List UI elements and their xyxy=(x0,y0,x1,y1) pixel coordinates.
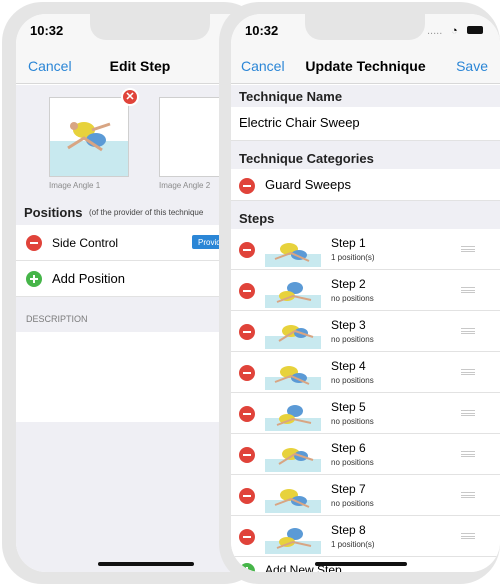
reorder-handle-icon[interactable] xyxy=(461,287,475,293)
image-angle-1-label: Image Angle 1 xyxy=(49,181,101,190)
step-thumbnail xyxy=(265,524,321,554)
status-bar: 10:32 ..... ◔ xyxy=(231,14,500,50)
position-label: Side Control xyxy=(52,236,119,250)
step-title: Step 1 xyxy=(331,236,366,250)
wifi-icon: ◔ xyxy=(451,25,458,37)
positions-title: Positions xyxy=(24,205,83,220)
step-subtitle: no positions xyxy=(331,417,374,426)
status-time: 10:32 xyxy=(30,23,64,38)
home-indicator xyxy=(98,562,194,566)
step-row[interactable]: Step 8 1 position(s) xyxy=(231,516,500,557)
step-row[interactable]: Step 7 no positions xyxy=(231,475,500,516)
step-row[interactable]: Step 4 no positions xyxy=(231,352,500,393)
step-row[interactable]: Step 3 no positions xyxy=(231,311,500,352)
step-subtitle: 1 position(s) xyxy=(331,540,375,549)
positions-note: (of the provider of this technique xyxy=(89,208,204,217)
home-indicator xyxy=(315,562,407,566)
step-thumbnail xyxy=(265,278,321,308)
grappling-figure-icon xyxy=(67,122,111,152)
delete-position-icon[interactable] xyxy=(26,235,42,251)
step-thumbnail xyxy=(265,442,321,472)
reorder-handle-icon[interactable] xyxy=(461,410,475,416)
delete-step-icon[interactable] xyxy=(239,324,255,340)
delete-step-icon[interactable] xyxy=(239,488,255,504)
step-title: Step 2 xyxy=(331,277,366,291)
step-subtitle: no positions xyxy=(331,499,374,508)
step-thumbnail xyxy=(265,360,321,390)
step-subtitle: no positions xyxy=(331,294,374,303)
reorder-handle-icon[interactable] xyxy=(461,369,475,375)
technique-name-value: Electric Chair Sweep xyxy=(239,115,360,130)
description-title: DESCRIPTION xyxy=(26,314,88,324)
grappling-figure-icon xyxy=(274,243,310,262)
step-subtitle: no positions xyxy=(331,376,374,385)
step-thumbnail xyxy=(265,401,321,431)
right-device: 10:32 ..... ◔ Cancel Update Technique Sa… xyxy=(219,2,500,584)
status-time: 10:32 xyxy=(245,23,279,38)
delete-step-icon[interactable] xyxy=(239,283,255,299)
grappling-figure-icon xyxy=(276,405,312,426)
image-angle-2-label: Image Angle 2 xyxy=(159,181,211,190)
grappling-figure-icon xyxy=(274,366,310,385)
add-position-label: Add Position xyxy=(52,271,125,286)
nav-bar: Cancel Update Technique Save xyxy=(231,50,500,84)
reorder-handle-icon[interactable] xyxy=(461,328,475,334)
step-title: Step 8 xyxy=(331,523,366,537)
step-row[interactable]: Step 2 no positions xyxy=(231,270,500,311)
step-title: Step 5 xyxy=(331,400,366,414)
notch xyxy=(90,14,210,40)
step-subtitle: no positions xyxy=(331,458,374,467)
delete-category-icon[interactable] xyxy=(239,178,255,194)
reorder-handle-icon[interactable] xyxy=(461,451,475,457)
step-row[interactable]: Step 1 1 position(s) xyxy=(231,229,500,270)
image-angle-1[interactable] xyxy=(49,97,129,177)
step-thumbnail xyxy=(265,483,321,513)
signal-icon: ..... xyxy=(427,25,443,37)
step-subtitle: no positions xyxy=(331,335,374,344)
steps-header: Steps xyxy=(231,207,500,229)
grappling-figure-icon xyxy=(274,489,310,508)
remove-image-icon[interactable]: ✕ xyxy=(121,88,139,106)
reorder-handle-icon[interactable] xyxy=(461,246,475,252)
step-title: Step 6 xyxy=(331,441,366,455)
save-button[interactable]: Save xyxy=(456,58,488,74)
delete-step-icon[interactable] xyxy=(239,406,255,422)
grappling-figure-icon xyxy=(276,528,312,549)
step-thumbnail xyxy=(265,237,321,267)
category-row[interactable]: Guard Sweeps xyxy=(231,169,500,201)
delete-step-icon[interactable] xyxy=(239,447,255,463)
step-row[interactable]: Step 6 no positions xyxy=(231,434,500,475)
technique-name-header: Technique Name xyxy=(231,85,500,107)
reorder-handle-icon[interactable] xyxy=(461,492,475,498)
delete-step-icon[interactable] xyxy=(239,529,255,545)
categories-header: Technique Categories xyxy=(231,147,500,169)
grappling-figure-icon xyxy=(278,448,314,465)
delete-step-icon[interactable] xyxy=(239,365,255,381)
battery-icon xyxy=(467,26,483,34)
grappling-figure-icon xyxy=(276,282,312,303)
step-row[interactable]: Step 5 no positions xyxy=(231,393,500,434)
grappling-figure-icon xyxy=(278,325,314,342)
add-step-icon[interactable] xyxy=(239,563,255,572)
technique-name-field[interactable]: Electric Chair Sweep xyxy=(231,107,500,141)
update-technique-screen: 10:32 ..... ◔ Cancel Update Technique Sa… xyxy=(231,14,500,572)
reorder-handle-icon[interactable] xyxy=(461,533,475,539)
notch xyxy=(305,14,425,40)
step-title: Step 3 xyxy=(331,318,366,332)
delete-step-icon[interactable] xyxy=(239,242,255,258)
step-subtitle: 1 position(s) xyxy=(331,253,375,262)
step-title: Step 4 xyxy=(331,359,366,373)
add-position-icon[interactable] xyxy=(26,271,42,287)
step-thumbnail xyxy=(265,319,321,349)
category-label: Guard Sweeps xyxy=(265,177,351,192)
step-title: Step 7 xyxy=(331,482,366,496)
